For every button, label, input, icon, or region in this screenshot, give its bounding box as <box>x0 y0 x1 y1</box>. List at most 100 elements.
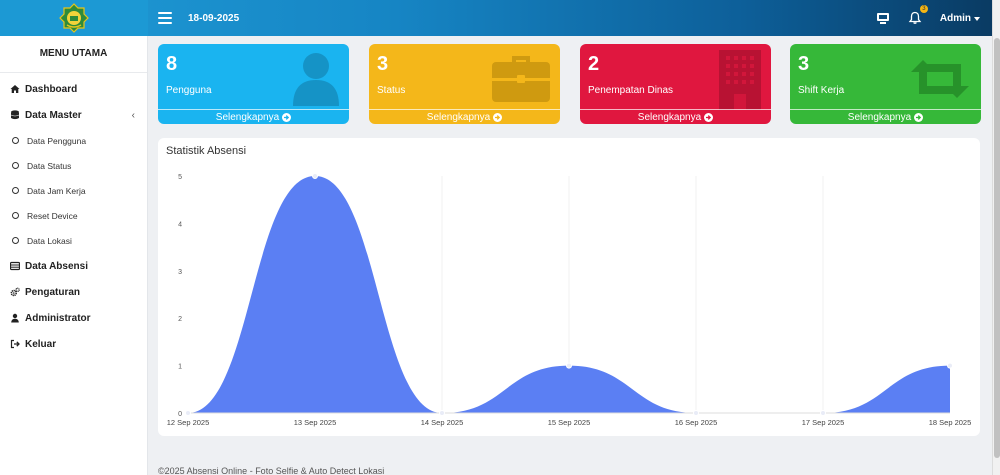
circle-icon <box>12 162 19 169</box>
sidebar-item-label: Keluar <box>25 338 57 350</box>
building-icon <box>719 50 761 110</box>
card-label: Status <box>377 85 406 96</box>
sidebar-item-label: Administrator <box>25 312 91 324</box>
gears-icon <box>10 287 20 297</box>
card-value: 8 <box>166 53 178 75</box>
circle-icon <box>12 137 19 144</box>
sidebar-item-pengaturan[interactable]: Pengaturan <box>0 279 147 305</box>
x-tick-label: 18 Sep 2025 <box>929 418 972 427</box>
data-point <box>312 173 318 179</box>
x-tick-label: 16 Sep 2025 <box>675 418 718 427</box>
x-tick-label: 14 Sep 2025 <box>421 418 464 427</box>
table-icon <box>10 261 20 271</box>
x-tick-label: 12 Sep 2025 <box>167 418 210 427</box>
x-tick-label: 17 Sep 2025 <box>802 418 845 427</box>
data-point <box>820 410 826 416</box>
y-tick-label: 5 <box>178 174 182 181</box>
arrow-circle-right-icon <box>282 112 292 122</box>
sidebar-subitem-data-status[interactable]: Data Status <box>0 153 147 178</box>
logo-container[interactable] <box>0 0 148 36</box>
card-value: 3 <box>798 53 810 75</box>
y-tick-label: 4 <box>178 221 182 228</box>
data-point <box>566 362 572 369</box>
card-label: Penempatan Dinas <box>588 85 674 96</box>
sidebar-subitem-data-jam-kerja[interactable]: Data Jam Kerja <box>0 178 147 203</box>
stat-card-status: 3 Status Selengkapnya <box>369 44 560 124</box>
card-link-label: Selengkapnya <box>215 111 280 123</box>
card-more-link[interactable]: Selengkapnya <box>790 109 981 124</box>
notification-button[interactable]: 3 <box>908 5 928 25</box>
notification-badge: 3 <box>919 5 928 13</box>
sidebar: MENU UTAMA Dashboard Data Master ‹ Data … <box>0 36 148 475</box>
user-icon <box>293 53 339 106</box>
x-tick-label: 13 Sep 2025 <box>294 418 337 427</box>
sidebar-subitem-data-lokasi[interactable]: Data Lokasi <box>0 228 147 253</box>
card-value: 2 <box>588 53 600 75</box>
sidebar-item-label: Data Absensi <box>25 260 88 272</box>
circle-icon <box>12 237 19 244</box>
user-label: Admin <box>939 12 971 24</box>
stat-card-shift-kerja: 3 Shift Kerja Selengkapnya <box>790 44 981 124</box>
arrow-circle-right-icon <box>704 112 714 122</box>
sidebar-subitem-label: Data Jam Kerja <box>27 185 86 196</box>
sidebar-subitem-label: Data Lokasi <box>27 235 72 246</box>
arrow-circle-right-icon <box>914 112 924 122</box>
sidebar-item-label: Pengaturan <box>25 286 81 298</box>
sidebar-subitem-label: Reset Device <box>27 210 78 221</box>
current-date: 18-09-2025 <box>188 12 240 24</box>
retweet-icon <box>911 60 969 98</box>
sidebar-item-data-absensi[interactable]: Data Absensi <box>0 253 147 279</box>
card-label: Shift Kerja <box>798 85 845 96</box>
card-value: 3 <box>377 53 389 75</box>
card-more-link[interactable]: Selengkapnya <box>369 109 560 124</box>
home-icon <box>10 84 20 94</box>
user-menu[interactable]: Admin <box>940 13 980 24</box>
y-tick-label: 0 <box>178 411 182 418</box>
y-tick-label: 3 <box>178 269 182 276</box>
top-navbar: 18-09-2025 3 Admin <box>0 0 992 36</box>
card-more-link[interactable]: Selengkapnya <box>158 109 349 124</box>
sidebar-title: MENU UTAMA <box>0 36 147 73</box>
chevron-left-icon: ‹ <box>131 109 135 121</box>
attendance-area-chart: 0 1 2 3 4 5 12 Sep 2025 13 Sep 2025 14 Sep 2025 1… <box>167 173 972 427</box>
card-link-label: Selengkapnya <box>847 111 912 123</box>
sidebar-item-keluar[interactable]: Keluar <box>0 331 147 357</box>
logo-icon <box>59 3 89 33</box>
data-point <box>185 410 191 416</box>
bell-icon <box>908 11 922 24</box>
card-link-label: Selengkapnya <box>637 111 702 123</box>
monitor-icon[interactable] <box>876 12 890 24</box>
briefcase-icon <box>492 56 550 102</box>
data-point <box>439 410 445 416</box>
scrollbar-thumb[interactable] <box>994 38 1000 458</box>
data-point <box>947 362 953 369</box>
card-link-label: Selengkapnya <box>426 111 491 123</box>
stat-card-pengguna: 8 Pengguna Selengkapnya <box>158 44 349 124</box>
sign-out-icon <box>10 339 20 349</box>
card-label: Pengguna <box>166 85 212 96</box>
sidebar-subitem-label: Data Status <box>27 160 72 171</box>
caret-down-icon <box>974 16 980 21</box>
sidebar-item-administrator[interactable]: Administrator <box>0 305 147 331</box>
page-footer: ©2025 Absensi Online - Foto Selfie & Aut… <box>158 466 385 475</box>
sidebar-subitem-data-pengguna[interactable]: Data Pengguna <box>0 128 147 153</box>
sidebar-item-label: Data Master <box>25 109 82 121</box>
circle-icon <box>12 187 19 194</box>
circle-icon <box>12 212 19 219</box>
y-tick-label: 1 <box>178 364 182 371</box>
menu-toggle-button[interactable] <box>158 12 172 24</box>
x-tick-label: 15 Sep 2025 <box>548 418 591 427</box>
user-icon <box>10 313 20 323</box>
attendance-chart-panel: Statistik Absensi 0 1 2 3 4 5 12 Sep 2025 13 Se… <box>158 138 980 436</box>
arrow-circle-right-icon <box>493 112 503 122</box>
y-tick-label: 2 <box>178 316 182 323</box>
sidebar-subitem-reset-device[interactable]: Reset Device <box>0 203 147 228</box>
stat-card-penempatan-dinas: 2 Penempatan Dinas Selengkapnya <box>580 44 771 124</box>
sidebar-subitem-label: Data Pengguna <box>27 135 87 146</box>
sidebar-item-dashboard[interactable]: Dashboard <box>0 76 147 102</box>
database-icon <box>10 110 20 120</box>
sidebar-item-data-master[interactable]: Data Master ‹ <box>0 102 147 128</box>
card-more-link[interactable]: Selengkapnya <box>580 109 771 124</box>
page-scrollbar[interactable] <box>992 0 1000 475</box>
sidebar-item-label: Dashboard <box>25 83 78 95</box>
